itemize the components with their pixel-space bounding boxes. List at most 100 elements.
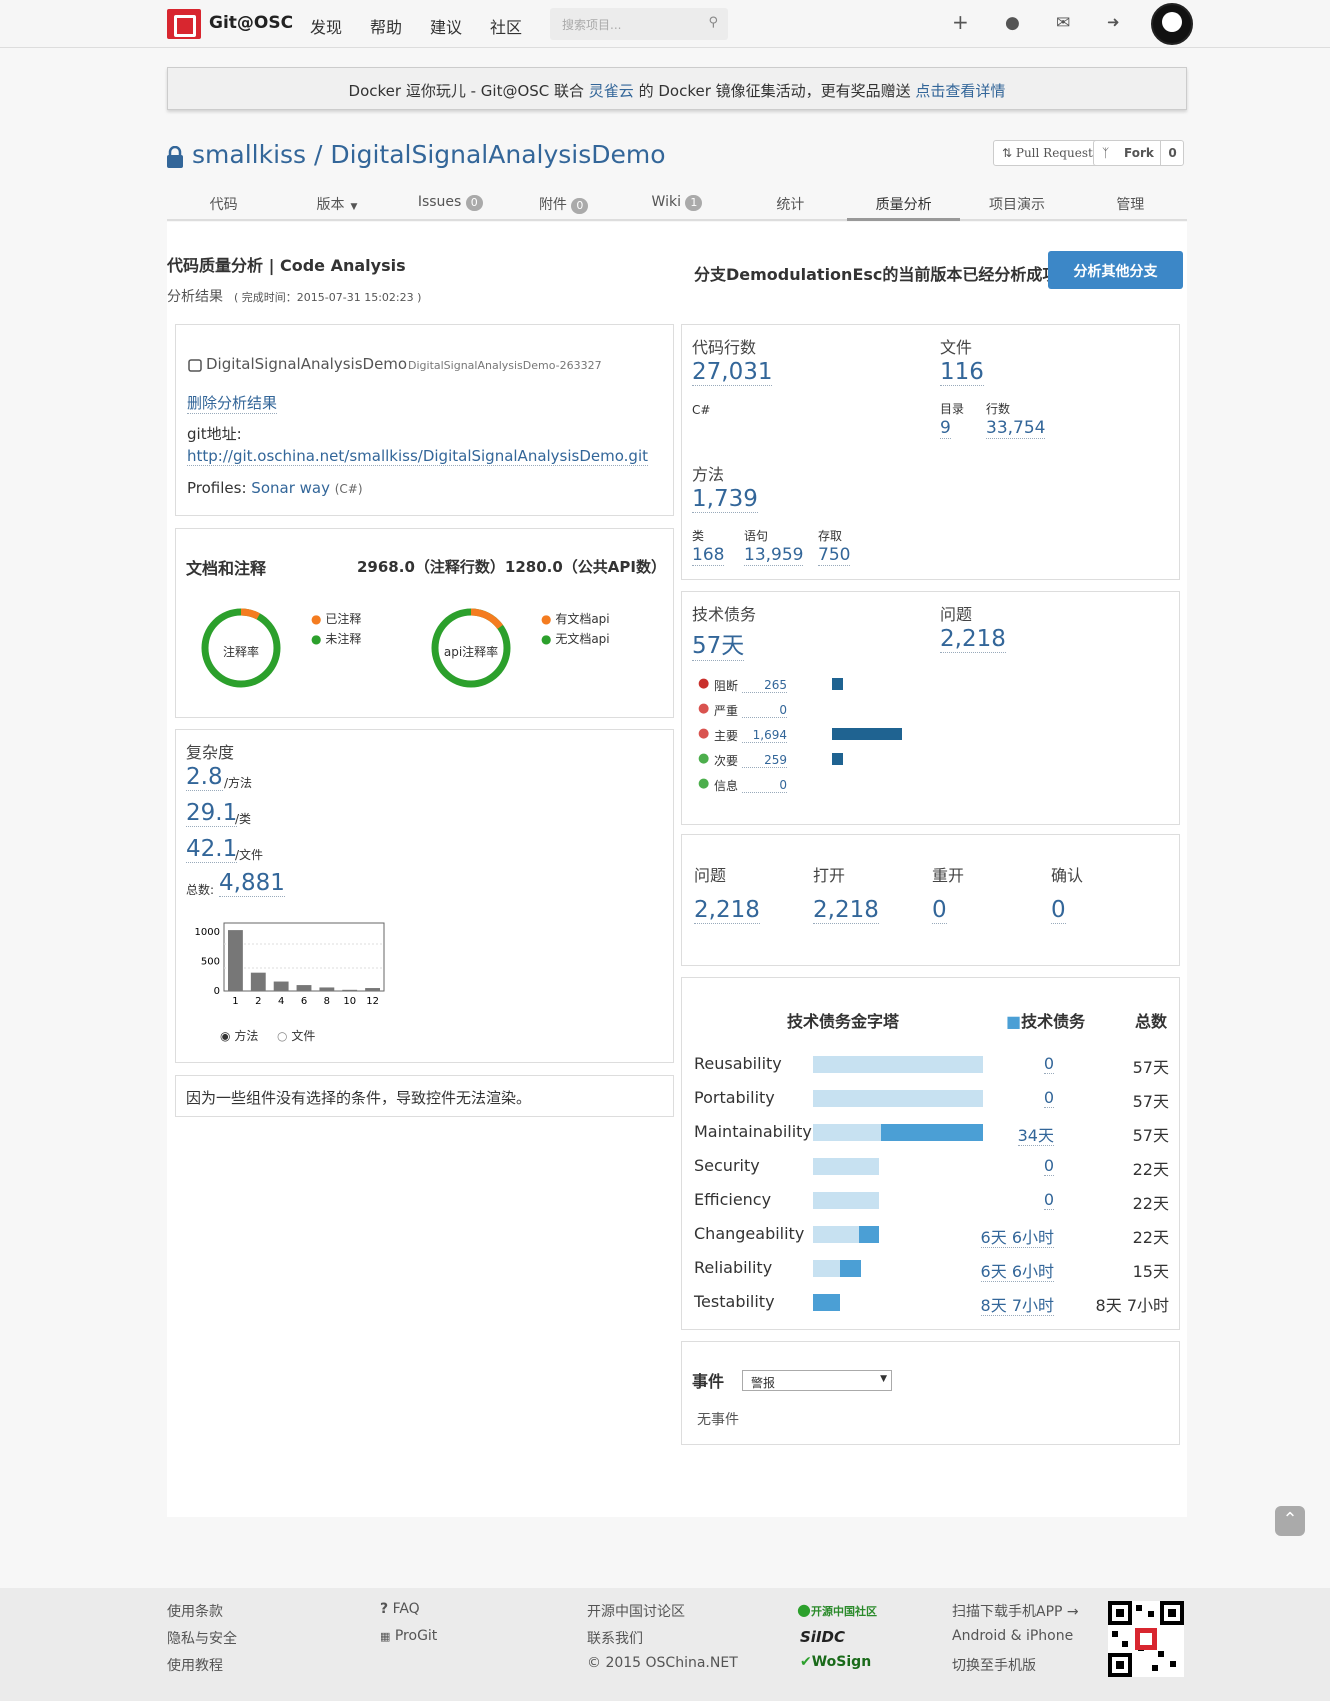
back-to-top-button[interactable]: ⌃ bbox=[1275, 1506, 1305, 1536]
fork-button[interactable]: ᛉ Fork 0 bbox=[1093, 140, 1184, 166]
analyze-other-branch-button[interactable]: 分析其他分支 bbox=[1048, 251, 1183, 289]
pyramid-row-debt[interactable]: 0 bbox=[974, 1156, 1054, 1176]
brand-name[interactable]: Git@OSC bbox=[209, 13, 293, 33]
mail-icon[interactable]: ✉ bbox=[1056, 13, 1070, 33]
tab-label: Wiki bbox=[651, 194, 681, 210]
footer-forum[interactable]: 开源中国讨论区 bbox=[587, 1601, 685, 1621]
tab-7[interactable]: 项目演示 bbox=[960, 186, 1073, 221]
avatar[interactable] bbox=[1151, 3, 1193, 45]
pyramid-row-debt[interactable]: 6天 6小时 bbox=[974, 1258, 1054, 1282]
footer-copyright: © 2015 OSChina.NET bbox=[587, 1655, 738, 1671]
pyramid-row-debt[interactable]: 0 bbox=[974, 1190, 1054, 1210]
pyramid-row-debt[interactable]: 0 bbox=[974, 1088, 1054, 1108]
nav-community[interactable]: 社区 bbox=[490, 14, 522, 38]
pyramid-row-debt-value[interactable]: 6天 6小时 bbox=[980, 1228, 1054, 1248]
severity-count[interactable]: 259 bbox=[742, 753, 787, 768]
methods-value[interactable]: 1,739 bbox=[692, 486, 758, 513]
footer-faq[interactable]: ? FAQ bbox=[380, 1601, 420, 1617]
chart-bar bbox=[228, 930, 243, 991]
tab-0[interactable]: 代码 bbox=[167, 186, 280, 221]
pyramid-row-name: Testability bbox=[694, 1292, 775, 1311]
severity-count[interactable]: 0 bbox=[742, 778, 787, 793]
tab-5[interactable]: 统计 bbox=[734, 186, 847, 221]
logo-icon[interactable] bbox=[167, 9, 201, 39]
issue-count-value[interactable]: 2,218 bbox=[694, 897, 760, 924]
accessors-value[interactable]: 750 bbox=[818, 545, 851, 566]
events-empty: 无事件 bbox=[697, 1412, 739, 1428]
footer-app-download[interactable]: 扫描下载手机APP → bbox=[952, 1601, 1079, 1621]
radio-method[interactable]: ◉ 方法 bbox=[220, 1027, 258, 1044]
footer-tutorial[interactable]: 使用教程 bbox=[167, 1655, 223, 1675]
footer-platforms[interactable]: Android & iPhone bbox=[952, 1628, 1073, 1644]
tab-6[interactable]: 质量分析 bbox=[847, 186, 961, 221]
oschina-badge[interactable]: ●开源中国社区 bbox=[797, 1600, 877, 1619]
logout-icon[interactable]: ➜ bbox=[1107, 13, 1120, 31]
complexity-total[interactable]: 4,881 bbox=[219, 870, 285, 897]
rows-value[interactable]: 33,754 bbox=[986, 418, 1046, 439]
pull-request-button[interactable]: ⇅ Pull Request bbox=[993, 140, 1102, 166]
delete-result-link[interactable]: 删除分析结果 bbox=[187, 392, 278, 414]
issue-count-value[interactable]: 0 bbox=[932, 897, 947, 924]
pyramid-row-debt-value[interactable]: 0 bbox=[1043, 1054, 1054, 1074]
nav-suggest[interactable]: 建议 bbox=[430, 14, 462, 38]
pyramid-row-debt[interactable]: 8天 7小时 bbox=[974, 1292, 1054, 1316]
tab-label: 代码 bbox=[209, 197, 238, 213]
top-navbar: Git@OSC 发现 帮助 建议 社区 搜索项目... ⚲ + ● ✉ ➜ bbox=[0, 0, 1330, 48]
user-icon[interactable]: ● bbox=[1005, 13, 1020, 33]
tab-badge: 1 bbox=[685, 195, 703, 211]
issue-count-value[interactable]: 2,218 bbox=[813, 897, 879, 924]
pyramid-row-debt-value[interactable]: 8天 7小时 bbox=[980, 1296, 1054, 1316]
radio-file-label: 文件 bbox=[291, 1029, 316, 1043]
pyramid-row-debt-value[interactable]: 0 bbox=[1043, 1088, 1054, 1108]
issue-count-value[interactable]: 0 bbox=[1051, 897, 1066, 924]
complexity-per-file[interactable]: 42.1 bbox=[186, 836, 238, 863]
oschina-logo-icon: ● bbox=[797, 1600, 811, 1619]
wosign-badge[interactable]: ✔WoSign bbox=[800, 1654, 871, 1670]
severity-count[interactable]: 0 bbox=[742, 703, 787, 718]
notice-link-details[interactable]: 点击查看详情 bbox=[915, 82, 1005, 100]
notice-link-lingque[interactable]: 灵雀云 bbox=[589, 82, 634, 100]
lines-value[interactable]: 27,031 bbox=[692, 359, 773, 386]
pyramid-row-total: 57天 bbox=[1132, 1058, 1169, 1077]
pyramid-row-debt[interactable]: 34天 bbox=[974, 1122, 1054, 1146]
tab-3[interactable]: 附件 0 bbox=[507, 186, 620, 221]
nav-discover[interactable]: 发现 bbox=[310, 14, 342, 38]
search-icon[interactable]: ⚲ bbox=[708, 15, 718, 30]
complexity-per-class[interactable]: 29.1 bbox=[186, 800, 238, 827]
pyramid-row-debt-value[interactable]: 0 bbox=[1043, 1190, 1054, 1210]
files-value[interactable]: 116 bbox=[940, 359, 984, 386]
tab-2[interactable]: Issues 0 bbox=[394, 186, 507, 221]
footer-contact[interactable]: 联系我们 bbox=[587, 1628, 643, 1648]
profile-link[interactable]: Sonar way bbox=[251, 479, 330, 497]
pyramid-row-debt-value[interactable]: 34天 bbox=[1017, 1126, 1054, 1146]
footer-mobile[interactable]: 切换至手机版 bbox=[952, 1655, 1036, 1675]
search-input[interactable]: 搜索项目... ⚲ bbox=[550, 8, 728, 40]
severity-count[interactable]: 265 bbox=[742, 678, 787, 693]
complexity-per-method[interactable]: 2.8 bbox=[186, 764, 223, 791]
tab-4[interactable]: Wiki 1 bbox=[620, 186, 733, 221]
event-type-select[interactable]: 警报 ▼ bbox=[742, 1370, 892, 1391]
tab-1[interactable]: 版本 ▼ bbox=[280, 186, 393, 221]
footer-privacy[interactable]: 隐私与安全 bbox=[167, 1628, 237, 1648]
pyramid-row-debt-value[interactable]: 6天 6小时 bbox=[980, 1262, 1054, 1282]
pyramid-row-debt[interactable]: 0 bbox=[974, 1054, 1054, 1074]
classes-value[interactable]: 168 bbox=[692, 545, 725, 566]
issue-count-label: 重开 bbox=[932, 866, 965, 885]
plus-icon[interactable]: + bbox=[952, 10, 969, 34]
pyramid-row-debt[interactable]: 6天 6小时 bbox=[974, 1224, 1054, 1248]
nav-help[interactable]: 帮助 bbox=[370, 14, 402, 38]
severity-count[interactable]: 1,694 bbox=[742, 728, 787, 743]
pyramid-row-debt-value[interactable]: 0 bbox=[1043, 1156, 1054, 1176]
tab-8[interactable]: 管理 bbox=[1074, 186, 1187, 221]
siidc-badge[interactable]: SiIDC bbox=[800, 1628, 845, 1646]
git-url-link[interactable]: http://git.oschina.net/smallkiss/Digital… bbox=[187, 447, 649, 466]
radio-file[interactable]: ○ 文件 bbox=[277, 1027, 315, 1044]
severity-name: 严重 bbox=[714, 704, 739, 718]
footer-progit[interactable]: ▦ ProGit bbox=[380, 1628, 437, 1644]
footer-terms[interactable]: 使用条款 bbox=[167, 1601, 223, 1621]
statements-value[interactable]: 13,959 bbox=[744, 545, 804, 566]
notice-text-2: 的 Docker 镜像征集活动，更有奖品赠送 bbox=[633, 82, 916, 100]
severity-icon: ● bbox=[698, 726, 710, 741]
dirs-value[interactable]: 9 bbox=[940, 418, 951, 439]
repo-title[interactable]: smallkiss / DigitalSignalAnalysisDemo bbox=[192, 140, 666, 169]
